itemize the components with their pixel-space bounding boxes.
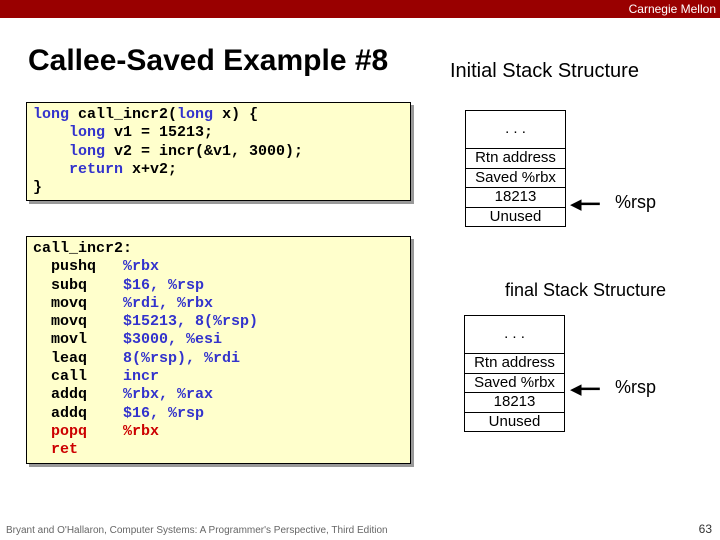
stack-cell-value: 18213 (465, 393, 565, 413)
footer-text: Bryant and O'Hallaron, Computer Systems:… (6, 525, 388, 536)
final-stack: . . . Rtn address Saved %rbx 18213 Unuse… (464, 315, 565, 432)
stack-cell-unused: Unused (465, 412, 565, 432)
asm-code-box: call_incr2: pushq %rbx subq $16, %rsp mo… (26, 236, 411, 464)
arrow-icon: ◀━━ (570, 380, 600, 398)
top-bar (0, 0, 720, 18)
page-number: 63 (699, 522, 712, 536)
stack-cell-rtn: Rtn address (465, 354, 565, 374)
final-stack-label: final Stack Structure (505, 280, 666, 301)
slide-title: Callee-Saved Example #8 (28, 44, 388, 78)
rsp-label-initial: %rsp (615, 192, 656, 213)
stack-cell-dots: . . . (466, 111, 566, 149)
stack-cell-saved: Saved %rbx (465, 373, 565, 393)
stack-cell-value: 18213 (466, 188, 566, 208)
initial-stack-label: Initial Stack Structure (450, 60, 639, 83)
brand-label: Carnegie Mellon (629, 0, 716, 18)
initial-stack: . . . Rtn address Saved %rbx 18213 Unuse… (465, 110, 566, 227)
stack-cell-saved: Saved %rbx (466, 168, 566, 188)
c-code-box: long call_incr2(long x) { long v1 = 1521… (26, 102, 411, 201)
arrow-icon: ◀━━ (570, 195, 600, 213)
stack-cell-rtn: Rtn address (466, 149, 566, 169)
stack-cell-unused: Unused (466, 207, 566, 227)
kw-long: long (33, 106, 69, 123)
stack-cell-dots: . . . (465, 316, 565, 354)
rsp-label-final: %rsp (615, 377, 656, 398)
